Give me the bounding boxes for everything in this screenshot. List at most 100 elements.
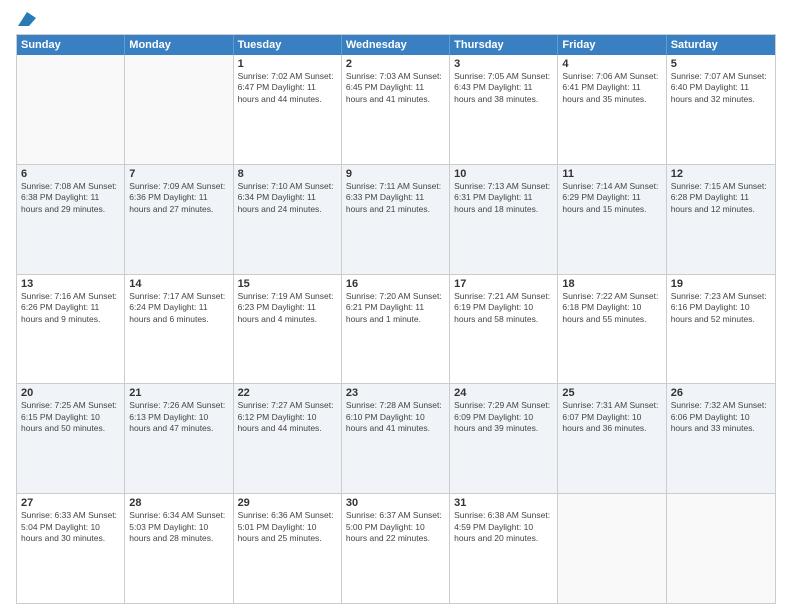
day-cell-29: 29Sunrise: 6:36 AM Sunset: 5:01 PM Dayli…: [234, 494, 342, 603]
day-info: Sunrise: 7:19 AM Sunset: 6:23 PM Dayligh…: [238, 291, 337, 325]
day-cell-27: 27Sunrise: 6:33 AM Sunset: 5:04 PM Dayli…: [17, 494, 125, 603]
calendar-row: 27Sunrise: 6:33 AM Sunset: 5:04 PM Dayli…: [17, 493, 775, 603]
day-number: 11: [562, 168, 661, 180]
day-number: 28: [129, 497, 228, 509]
day-info: Sunrise: 7:07 AM Sunset: 6:40 PM Dayligh…: [671, 71, 771, 105]
calendar-header: SundayMondayTuesdayWednesdayThursdayFrid…: [17, 35, 775, 55]
page-container: SundayMondayTuesdayWednesdayThursdayFrid…: [0, 0, 792, 612]
day-cell-6: 6Sunrise: 7:08 AM Sunset: 6:38 PM Daylig…: [17, 165, 125, 274]
day-info: Sunrise: 6:36 AM Sunset: 5:01 PM Dayligh…: [238, 510, 337, 544]
day-cell-26: 26Sunrise: 7:32 AM Sunset: 6:06 PM Dayli…: [667, 384, 775, 493]
day-cell-21: 21Sunrise: 7:26 AM Sunset: 6:13 PM Dayli…: [125, 384, 233, 493]
day-info: Sunrise: 7:31 AM Sunset: 6:07 PM Dayligh…: [562, 400, 661, 434]
day-cell-13: 13Sunrise: 7:16 AM Sunset: 6:26 PM Dayli…: [17, 275, 125, 384]
day-info: Sunrise: 7:28 AM Sunset: 6:10 PM Dayligh…: [346, 400, 445, 434]
day-info: Sunrise: 6:37 AM Sunset: 5:00 PM Dayligh…: [346, 510, 445, 544]
day-cell-11: 11Sunrise: 7:14 AM Sunset: 6:29 PM Dayli…: [558, 165, 666, 274]
day-cell-18: 18Sunrise: 7:22 AM Sunset: 6:18 PM Dayli…: [558, 275, 666, 384]
day-info: Sunrise: 7:08 AM Sunset: 6:38 PM Dayligh…: [21, 181, 120, 215]
day-number: 8: [238, 168, 337, 180]
calendar-row: 13Sunrise: 7:16 AM Sunset: 6:26 PM Dayli…: [17, 274, 775, 384]
day-cell-8: 8Sunrise: 7:10 AM Sunset: 6:34 PM Daylig…: [234, 165, 342, 274]
day-info: Sunrise: 7:27 AM Sunset: 6:12 PM Dayligh…: [238, 400, 337, 434]
day-info: Sunrise: 7:29 AM Sunset: 6:09 PM Dayligh…: [454, 400, 553, 434]
day-info: Sunrise: 7:13 AM Sunset: 6:31 PM Dayligh…: [454, 181, 553, 215]
weekday-header-saturday: Saturday: [667, 35, 775, 55]
day-number: 15: [238, 278, 337, 290]
day-info: Sunrise: 7:16 AM Sunset: 6:26 PM Dayligh…: [21, 291, 120, 325]
day-cell-25: 25Sunrise: 7:31 AM Sunset: 6:07 PM Dayli…: [558, 384, 666, 493]
day-info: Sunrise: 7:02 AM Sunset: 6:47 PM Dayligh…: [238, 71, 337, 105]
day-cell-5: 5Sunrise: 7:07 AM Sunset: 6:40 PM Daylig…: [667, 55, 775, 164]
empty-cell: [125, 55, 233, 164]
day-info: Sunrise: 7:21 AM Sunset: 6:19 PM Dayligh…: [454, 291, 553, 325]
day-info: Sunrise: 7:11 AM Sunset: 6:33 PM Dayligh…: [346, 181, 445, 215]
logo-icon: [18, 12, 36, 26]
day-info: Sunrise: 7:26 AM Sunset: 6:13 PM Dayligh…: [129, 400, 228, 434]
day-number: 3: [454, 58, 553, 70]
day-number: 14: [129, 278, 228, 290]
day-info: Sunrise: 7:15 AM Sunset: 6:28 PM Dayligh…: [671, 181, 771, 215]
day-cell-19: 19Sunrise: 7:23 AM Sunset: 6:16 PM Dayli…: [667, 275, 775, 384]
day-cell-4: 4Sunrise: 7:06 AM Sunset: 6:41 PM Daylig…: [558, 55, 666, 164]
weekday-header-friday: Friday: [558, 35, 666, 55]
day-number: 7: [129, 168, 228, 180]
page-header: [16, 12, 776, 26]
empty-cell: [17, 55, 125, 164]
day-info: Sunrise: 7:14 AM Sunset: 6:29 PM Dayligh…: [562, 181, 661, 215]
day-cell-16: 16Sunrise: 7:20 AM Sunset: 6:21 PM Dayli…: [342, 275, 450, 384]
day-info: Sunrise: 6:33 AM Sunset: 5:04 PM Dayligh…: [21, 510, 120, 544]
day-cell-20: 20Sunrise: 7:25 AM Sunset: 6:15 PM Dayli…: [17, 384, 125, 493]
day-number: 20: [21, 387, 120, 399]
empty-cell: [558, 494, 666, 603]
calendar-row: 6Sunrise: 7:08 AM Sunset: 6:38 PM Daylig…: [17, 164, 775, 274]
day-info: Sunrise: 6:34 AM Sunset: 5:03 PM Dayligh…: [129, 510, 228, 544]
day-number: 1: [238, 58, 337, 70]
day-number: 24: [454, 387, 553, 399]
weekday-header-monday: Monday: [125, 35, 233, 55]
empty-cell: [667, 494, 775, 603]
day-cell-7: 7Sunrise: 7:09 AM Sunset: 6:36 PM Daylig…: [125, 165, 233, 274]
day-cell-17: 17Sunrise: 7:21 AM Sunset: 6:19 PM Dayli…: [450, 275, 558, 384]
day-number: 9: [346, 168, 445, 180]
day-cell-14: 14Sunrise: 7:17 AM Sunset: 6:24 PM Dayli…: [125, 275, 233, 384]
day-cell-1: 1Sunrise: 7:02 AM Sunset: 6:47 PM Daylig…: [234, 55, 342, 164]
day-number: 31: [454, 497, 553, 509]
weekday-header-thursday: Thursday: [450, 35, 558, 55]
day-cell-31: 31Sunrise: 6:38 AM Sunset: 4:59 PM Dayli…: [450, 494, 558, 603]
weekday-header-wednesday: Wednesday: [342, 35, 450, 55]
day-number: 12: [671, 168, 771, 180]
day-info: Sunrise: 7:09 AM Sunset: 6:36 PM Dayligh…: [129, 181, 228, 215]
day-number: 27: [21, 497, 120, 509]
day-info: Sunrise: 7:03 AM Sunset: 6:45 PM Dayligh…: [346, 71, 445, 105]
day-info: Sunrise: 7:06 AM Sunset: 6:41 PM Dayligh…: [562, 71, 661, 105]
day-cell-12: 12Sunrise: 7:15 AM Sunset: 6:28 PM Dayli…: [667, 165, 775, 274]
day-cell-28: 28Sunrise: 6:34 AM Sunset: 5:03 PM Dayli…: [125, 494, 233, 603]
calendar-body: 1Sunrise: 7:02 AM Sunset: 6:47 PM Daylig…: [17, 55, 775, 603]
day-cell-23: 23Sunrise: 7:28 AM Sunset: 6:10 PM Dayli…: [342, 384, 450, 493]
day-number: 13: [21, 278, 120, 290]
day-cell-2: 2Sunrise: 7:03 AM Sunset: 6:45 PM Daylig…: [342, 55, 450, 164]
day-info: Sunrise: 6:38 AM Sunset: 4:59 PM Dayligh…: [454, 510, 553, 544]
day-cell-22: 22Sunrise: 7:27 AM Sunset: 6:12 PM Dayli…: [234, 384, 342, 493]
day-cell-9: 9Sunrise: 7:11 AM Sunset: 6:33 PM Daylig…: [342, 165, 450, 274]
day-info: Sunrise: 7:05 AM Sunset: 6:43 PM Dayligh…: [454, 71, 553, 105]
day-number: 25: [562, 387, 661, 399]
day-number: 21: [129, 387, 228, 399]
day-number: 23: [346, 387, 445, 399]
day-number: 18: [562, 278, 661, 290]
day-info: Sunrise: 7:23 AM Sunset: 6:16 PM Dayligh…: [671, 291, 771, 325]
day-info: Sunrise: 7:25 AM Sunset: 6:15 PM Dayligh…: [21, 400, 120, 434]
logo: [16, 12, 36, 26]
weekday-header-sunday: Sunday: [17, 35, 125, 55]
day-info: Sunrise: 7:32 AM Sunset: 6:06 PM Dayligh…: [671, 400, 771, 434]
day-number: 22: [238, 387, 337, 399]
day-number: 26: [671, 387, 771, 399]
day-number: 5: [671, 58, 771, 70]
day-info: Sunrise: 7:17 AM Sunset: 6:24 PM Dayligh…: [129, 291, 228, 325]
weekday-header-tuesday: Tuesday: [234, 35, 342, 55]
day-number: 6: [21, 168, 120, 180]
day-number: 10: [454, 168, 553, 180]
day-info: Sunrise: 7:20 AM Sunset: 6:21 PM Dayligh…: [346, 291, 445, 325]
day-number: 29: [238, 497, 337, 509]
